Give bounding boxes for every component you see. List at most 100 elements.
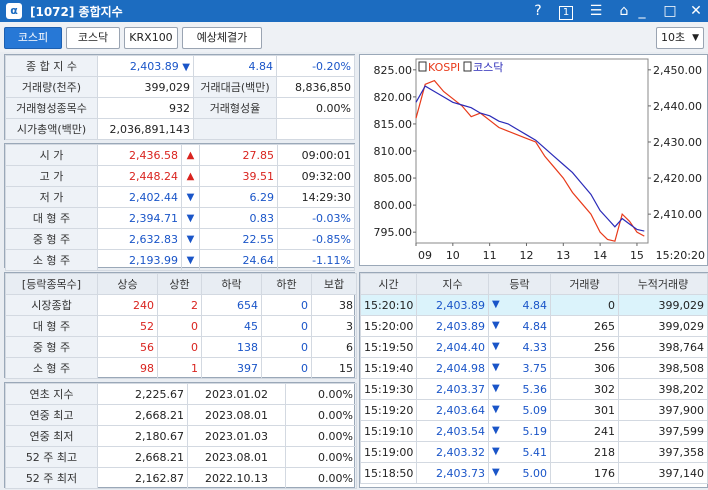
help-icon[interactable]: ? (530, 1, 546, 21)
tick-volume: 218 (550, 441, 619, 463)
table-row[interactable]: 15:19:40 2,404.98 ▼ 3.75 306 398,508 (360, 357, 708, 379)
price-extra: 09:32:00 (277, 165, 355, 187)
price-panel: 시 가 2,436.58 ▲ 27.85 09:00:01 고 가 2,448.24 ▲ 39.… (4, 143, 355, 271)
record-cell: 2,668.21 (97, 404, 188, 426)
tick-change: 4.84 (522, 319, 548, 333)
tick-volume: 0 (550, 294, 619, 316)
price-label: 고 가 (5, 165, 98, 187)
table-row[interactable]: 15:20:10 2,403.89 ▼ 4.84 0 399,029 (360, 294, 708, 316)
right-tick-label: 2,410.00 (653, 208, 702, 221)
price-value: 2,193.99 (97, 249, 182, 271)
summary-label: 거래대금(백만) (193, 76, 277, 98)
legend-label: 코스닥 (473, 61, 503, 74)
summary-row: 거래형성종목수 932 거래형성율 0.00% (5, 97, 355, 119)
table-row[interactable]: 15:19:30 2,403.37 ▼ 5.36 302 398,202 (360, 378, 708, 400)
table-row[interactable]: 15:19:50 2,404.40 ▼ 4.33 256 398,764 (360, 336, 708, 358)
table-row[interactable]: 15:20:00 2,403.89 ▼ 4.84 265 399,029 (360, 315, 708, 337)
record-cell: 2,162.87 (97, 467, 188, 489)
down-arrow-icon: ▼ (181, 228, 200, 250)
plot-area (415, 58, 649, 244)
breadth-cell: 2 (157, 294, 202, 316)
price-value: 2,632.83 (97, 228, 182, 250)
tab-krx100[interactable]: KRX100 (124, 27, 178, 49)
breadth-cell: 654 (201, 294, 262, 316)
table-row[interactable]: 15:19:00 2,403.32 ▼ 5.41 218 397,358 (360, 441, 708, 463)
traded-rate-value: 0.00% (276, 97, 355, 119)
record-cell: 2,225.67 (97, 383, 188, 405)
record-cell: 2023.08.01 (187, 446, 286, 468)
interval-select[interactable]: 10초 ▼ (656, 27, 704, 49)
volume-value: 399,029 (97, 76, 194, 98)
breadth-cell: 45 (201, 315, 262, 337)
tick-time: 15:20:00 (360, 315, 417, 337)
breadth-row: 중 형 주 56 0 138 0 6 (5, 336, 357, 358)
breadth-cell: 중 형 주 (5, 336, 98, 358)
record-row: 연초 지수 2,225.67 2023.01.02 0.00% (5, 383, 357, 405)
breadth-row: 시장종합 240 2 654 0 38 (5, 294, 357, 316)
right-tick-label: 2,440.00 (653, 100, 702, 113)
record-cell: 0.00% (285, 383, 357, 405)
tick-index: 2,403.64 (416, 399, 489, 421)
left-tick-label: 815.00 (374, 118, 413, 131)
tick-col-header: 거래량 (550, 273, 619, 295)
summary-row: 종 합 지 수 2,403.89 ▼ 4.84 -0.20% (5, 55, 355, 77)
tab-expected[interactable]: 예상체결가 (182, 27, 262, 49)
tick-cum-volume: 399,029 (618, 294, 708, 316)
price-extra: -0.85% (277, 228, 355, 250)
index-change: 4.84 (193, 55, 277, 77)
price-row: 저 가 2,402.44 ▼ 6.29 14:29:30 (5, 186, 355, 208)
price-value: 2,394.71 (97, 207, 182, 229)
menu-icon[interactable]: ☰ (588, 1, 604, 21)
tab-kosdaq[interactable]: 코스닥 (66, 27, 120, 49)
tick-volume: 302 (550, 378, 619, 400)
summary-label: 거래형성율 (193, 97, 277, 119)
tick-volume: 306 (550, 357, 619, 379)
price-label: 저 가 (5, 186, 98, 208)
price-change: 22.55 (199, 228, 278, 250)
down-arrow-icon: ▼ (492, 382, 500, 394)
breadth-cell: 138 (201, 336, 262, 358)
left-tick-label: 795.00 (374, 226, 413, 239)
pin-icon[interactable]: ⌂ (616, 1, 632, 21)
tick-change: 5.09 (522, 403, 548, 417)
tick-time: 15:19:00 (360, 441, 417, 463)
left-tick-label: 810.00 (374, 145, 413, 158)
index-chart[interactable]: 825.00 820.00 815.00 810.00 805.00 800.00 795.… (359, 54, 708, 266)
close-icon[interactable]: ✕ (688, 1, 704, 21)
table-row[interactable]: 15:19:10 2,403.54 ▼ 5.19 241 397,599 (360, 420, 708, 442)
tick-index: 2,403.54 (416, 420, 489, 442)
tick-change: 5.00 (522, 466, 548, 480)
legend-label: KOSPI (428, 61, 460, 74)
minimize-icon[interactable]: _ (634, 1, 650, 21)
price-label: 중 형 주 (5, 228, 98, 250)
table-row[interactable]: 15:18:50 2,403.73 ▼ 5.00 176 397,140 (360, 462, 708, 484)
price-value: 2,448.24 (97, 165, 182, 187)
price-label: 소 형 주 (5, 249, 98, 271)
price-row: 소 형 주 2,193.99 ▼ 24.64 -1.11% (5, 249, 355, 271)
screen-number-button[interactable]: 1 (558, 1, 574, 21)
tick-col-header: 등락 (488, 273, 551, 295)
tick-cum-volume: 399,029 (618, 315, 708, 337)
breadth-cell: 3 (311, 315, 357, 337)
tick-col-header: 지수 (416, 273, 489, 295)
up-arrow-icon: ▲ (181, 144, 200, 166)
breadth-cell: 240 (97, 294, 158, 316)
tab-kospi[interactable]: 코스피 (4, 27, 62, 49)
down-arrow-icon: ▼ (492, 361, 500, 373)
tick-change-cell: ▼ 5.41 (488, 441, 551, 463)
tick-index: 2,403.37 (416, 378, 489, 400)
index-number: 2,403.89 (129, 59, 179, 73)
maximize-icon[interactable]: □ (662, 1, 678, 21)
breadth-cell: 52 (97, 315, 158, 337)
interval-value: 10초 (661, 31, 686, 44)
tick-time: 15:20:10 (360, 294, 417, 316)
record-row: 52 주 최저 2,162.87 2022.10.13 0.00% (5, 467, 357, 489)
x-tick-label: 13 (556, 249, 570, 262)
table-row[interactable]: 15:19:20 2,403.64 ▼ 5.09 301 397,900 (360, 399, 708, 421)
down-arrow-icon: ▼ (492, 466, 500, 478)
right-tick-label: 2,420.00 (653, 172, 702, 185)
breadth-row: 소 형 주 98 1 397 0 15 (5, 357, 357, 379)
summary-label: 종 합 지 수 (5, 55, 98, 77)
breadth-cell: 0 (261, 315, 312, 337)
chevron-down-icon: ▼ (692, 33, 699, 43)
